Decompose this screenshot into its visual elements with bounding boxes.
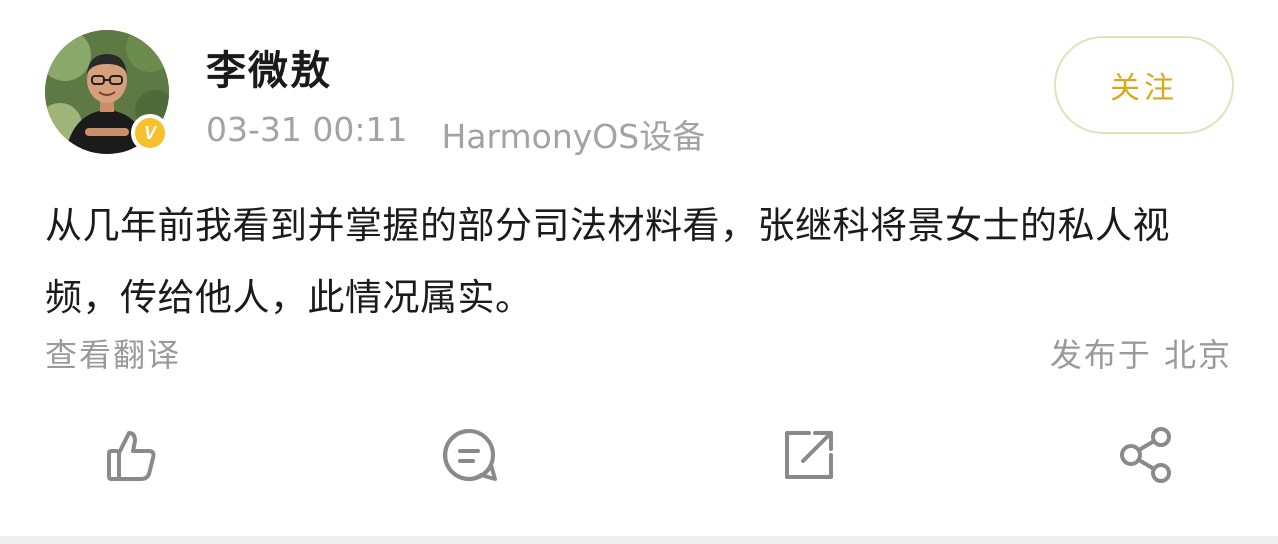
username[interactable]: 李微敖 <box>206 38 332 96</box>
comment-icon <box>443 429 497 481</box>
comment-button[interactable] <box>434 420 504 490</box>
post-content-line: 频，传给他人，此情况属实。 <box>45 276 533 319</box>
share-button[interactable] <box>1112 420 1182 490</box>
repost-button[interactable] <box>774 420 844 490</box>
follow-button[interactable]: 关注 <box>1054 36 1234 134</box>
action-bar <box>0 420 1278 500</box>
divider <box>0 536 1278 544</box>
verified-badge-icon: V <box>131 114 169 152</box>
post-meta: 03-31 00:11 HarmonyOS设备 <box>206 110 705 158</box>
avatar[interactable]: V <box>45 30 169 154</box>
like-icon <box>107 431 156 481</box>
repost-icon <box>785 431 833 479</box>
like-button[interactable] <box>96 420 166 490</box>
weibo-post-card: V 李微敖 03-31 00:11 HarmonyOS设备 关注 从几年前我看到… <box>0 0 1278 544</box>
share-icon <box>1120 427 1171 483</box>
post-content: 从几年前我看到并掌握的部分司法材料看，张继科将景女士的私人视 频，传给他人，此情… <box>45 190 1225 334</box>
post-location: 发布于 北京 <box>1049 336 1232 374</box>
view-translation-link[interactable]: 查看翻译 <box>45 330 181 376</box>
verified-mark: V <box>143 122 156 143</box>
post-content-line: 从几年前我看到并掌握的部分司法材料看，张继科将景女士的私人视 <box>45 204 1170 247</box>
post-device: HarmonyOS设备 <box>441 117 706 156</box>
post-time: 03-31 00:11 <box>206 110 408 149</box>
